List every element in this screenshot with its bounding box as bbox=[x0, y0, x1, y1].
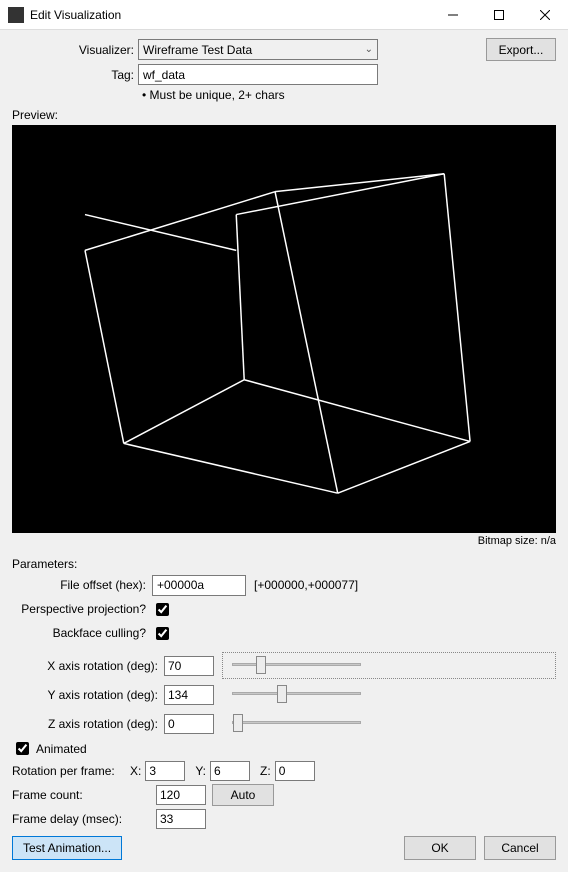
preview-label: Preview: bbox=[12, 108, 556, 122]
z-rotation-input[interactable] bbox=[164, 714, 214, 734]
file-offset-input[interactable] bbox=[152, 575, 246, 596]
rot-z-input[interactable] bbox=[275, 761, 315, 781]
rot-y-input[interactable] bbox=[210, 761, 250, 781]
tag-hint: • Must be unique, 2+ chars bbox=[142, 88, 556, 102]
rot-x-input[interactable] bbox=[145, 761, 185, 781]
app-icon bbox=[8, 7, 24, 23]
file-offset-label: File offset (hex): bbox=[12, 578, 152, 592]
frame-count-input[interactable] bbox=[156, 785, 206, 805]
z-rotation-slider[interactable] bbox=[232, 712, 361, 732]
rot-z-label: Z: bbox=[260, 764, 271, 778]
tag-input[interactable] bbox=[138, 64, 378, 85]
y-rotation-slider[interactable] bbox=[232, 683, 361, 703]
visualizer-label: Visualizer: bbox=[12, 43, 138, 57]
wireframe-cube bbox=[13, 126, 555, 532]
preview-canvas bbox=[12, 125, 556, 533]
auto-button[interactable]: Auto bbox=[212, 784, 274, 806]
window-title: Edit Visualization bbox=[30, 8, 121, 22]
backface-checkbox[interactable] bbox=[156, 627, 169, 640]
minimize-icon bbox=[448, 10, 458, 20]
rotation-per-frame-label: Rotation per frame: bbox=[12, 764, 130, 778]
x-rotation-label: X axis rotation (deg): bbox=[12, 659, 164, 673]
rot-y-label: Y: bbox=[195, 764, 206, 778]
y-rotation-input[interactable] bbox=[164, 685, 214, 705]
cancel-button[interactable]: Cancel bbox=[484, 836, 556, 860]
maximize-button[interactable] bbox=[476, 0, 522, 30]
perspective-checkbox[interactable] bbox=[156, 603, 169, 616]
test-animation-button[interactable]: Test Animation... bbox=[12, 836, 122, 860]
tag-label: Tag: bbox=[12, 68, 138, 82]
minimize-button[interactable] bbox=[430, 0, 476, 30]
backface-label: Backface culling? bbox=[12, 626, 152, 640]
y-rotation-label: Y axis rotation (deg): bbox=[12, 688, 164, 702]
bitmap-size-text: Bitmap size: n/a bbox=[12, 535, 556, 547]
close-icon bbox=[540, 10, 550, 20]
visualizer-value: Wireframe Test Data bbox=[143, 43, 252, 57]
frame-count-label: Frame count: bbox=[12, 788, 130, 802]
frame-delay-label: Frame delay (msec): bbox=[12, 812, 130, 826]
parameters-heading: Parameters: bbox=[12, 557, 556, 571]
x-rotation-slider[interactable] bbox=[232, 654, 361, 674]
perspective-label: Perspective projection? bbox=[12, 602, 152, 616]
rot-x-label: X: bbox=[130, 764, 141, 778]
chevron-down-icon: ⌄ bbox=[365, 44, 373, 55]
visualizer-select[interactable]: Wireframe Test Data ⌄ bbox=[138, 39, 378, 60]
frame-delay-input[interactable] bbox=[156, 809, 206, 829]
x-rotation-input[interactable] bbox=[164, 656, 214, 676]
file-offset-range: [+000000,+000077] bbox=[254, 578, 358, 592]
animated-checkbox[interactable] bbox=[16, 742, 29, 755]
animated-label: Animated bbox=[36, 742, 87, 756]
ok-button[interactable]: OK bbox=[404, 836, 476, 860]
titlebar: Edit Visualization bbox=[0, 0, 568, 30]
maximize-icon bbox=[494, 10, 504, 20]
z-rotation-label: Z axis rotation (deg): bbox=[12, 717, 164, 731]
close-button[interactable] bbox=[522, 0, 568, 30]
export-button[interactable]: Export... bbox=[486, 38, 556, 61]
